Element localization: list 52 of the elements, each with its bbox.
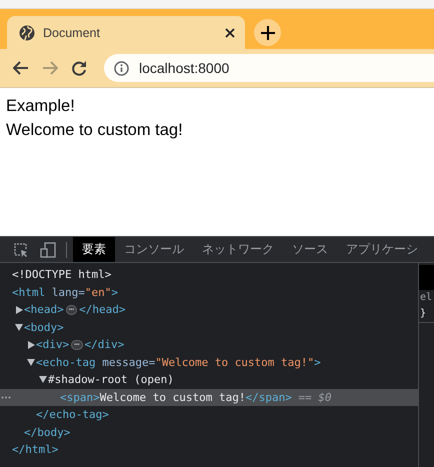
code-token: > bbox=[314, 356, 321, 369]
more-icon[interactable] bbox=[1, 396, 11, 398]
code-token: </div> bbox=[84, 338, 124, 352]
close-icon[interactable] bbox=[225, 28, 235, 38]
page-text: Example! bbox=[6, 96, 76, 117]
devtools-tab[interactable]: 要素 bbox=[73, 237, 115, 262]
back-icon[interactable] bbox=[13, 61, 29, 75]
code-token: <body> bbox=[24, 320, 64, 334]
code-token: </body> bbox=[24, 426, 70, 439]
code-token: > bbox=[111, 286, 118, 299]
expanded-arrow-icon[interactable] bbox=[15, 324, 23, 331]
globe-icon bbox=[19, 24, 35, 40]
code-text: } bbox=[419, 306, 434, 323]
collapsed-arrow-icon[interactable] bbox=[28, 340, 34, 349]
info-icon bbox=[114, 60, 129, 76]
new-tab-button[interactable] bbox=[254, 19, 281, 46]
expanded-arrow-icon[interactable] bbox=[27, 358, 35, 366]
code-token: </echo-tag> bbox=[36, 408, 109, 422]
browser-tab[interactable]: Document bbox=[7, 16, 245, 49]
code-token: <div> bbox=[36, 338, 70, 352]
code-token: message= bbox=[101, 356, 156, 369]
code-token: <echo-tag bbox=[36, 356, 96, 369]
code-token: Welcome to custom tag! bbox=[100, 390, 246, 404]
code-token: <!DOCTYPE html> bbox=[12, 268, 112, 282]
code-token: </html> bbox=[12, 443, 58, 456]
devtools-tab[interactable]: アプリケーシ bbox=[337, 237, 427, 262]
devtools-tab[interactable]: コンソール bbox=[115, 237, 193, 262]
code-token: <span> bbox=[60, 390, 100, 404]
code-token: == $0 bbox=[297, 390, 332, 404]
code-token: "Welcome to custom tag!" bbox=[155, 356, 314, 369]
devtools-tab[interactable]: ソース bbox=[283, 237, 337, 262]
device-toolbar-icon[interactable] bbox=[40, 242, 56, 258]
collapsed-arrow-icon[interactable] bbox=[16, 306, 22, 314]
expanded-arrow-icon[interactable] bbox=[39, 376, 47, 384]
inspect-icon[interactable] bbox=[14, 242, 28, 256]
tab-title: Document bbox=[43, 26, 101, 40]
code-token: lang= bbox=[50, 286, 85, 299]
plus-icon bbox=[260, 26, 274, 40]
url-text: localhost:8000 bbox=[139, 60, 230, 76]
reload-icon[interactable] bbox=[71, 60, 87, 76]
devtools-tab[interactable]: ネットワーク bbox=[193, 237, 283, 262]
code-token: <html bbox=[12, 286, 46, 299]
page-text: Welcome to custom tag! bbox=[6, 120, 184, 141]
code-token: "en" bbox=[84, 286, 112, 299]
code-token: </span> bbox=[245, 390, 292, 404]
code-token: #shadow-root (open) bbox=[48, 373, 174, 386]
address-bar[interactable]: localhost:8000 bbox=[104, 54, 434, 82]
ellipsis-badge[interactable]: ⋯ bbox=[66, 304, 78, 315]
code-text: el bbox=[419, 291, 434, 305]
code-token: </head> bbox=[79, 303, 126, 316]
ellipsis-badge[interactable]: ⋯ bbox=[71, 340, 83, 350]
code-token: <head> bbox=[24, 303, 64, 316]
